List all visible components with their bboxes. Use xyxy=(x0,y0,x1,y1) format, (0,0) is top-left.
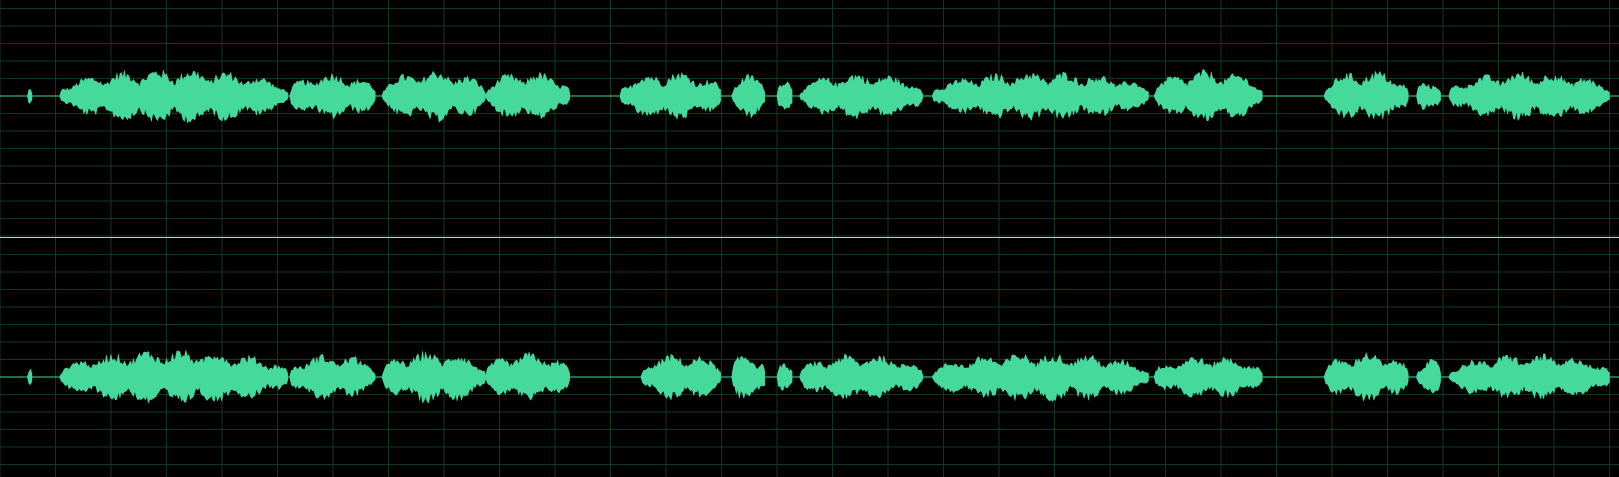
channel-left[interactable] xyxy=(0,0,1619,237)
waveform-segment xyxy=(731,74,766,119)
waveform-segment xyxy=(932,71,1149,122)
waveform-segment xyxy=(27,368,33,385)
waveform-segment xyxy=(640,353,721,401)
waveform-right[interactable] xyxy=(0,238,1619,477)
waveform-segment xyxy=(799,353,924,400)
waveform-segment xyxy=(381,351,486,404)
waveform-segment xyxy=(59,69,289,124)
channel-right[interactable] xyxy=(0,238,1619,477)
waveform-segment xyxy=(619,71,721,120)
waveform-editor[interactable] xyxy=(0,0,1619,477)
waveform-segment xyxy=(485,350,570,401)
waveform-segment xyxy=(1324,351,1409,402)
waveform-segment xyxy=(1448,70,1610,122)
waveform-segment xyxy=(59,350,289,404)
waveform-segment xyxy=(289,72,376,120)
waveform-segment xyxy=(731,356,766,400)
waveform-left[interactable] xyxy=(0,0,1619,237)
waveform-segment xyxy=(776,81,793,110)
waveform-segment xyxy=(776,363,793,391)
waveform-segment xyxy=(1416,358,1441,394)
waveform-segment xyxy=(1416,82,1441,110)
waveform-segment xyxy=(1154,356,1263,398)
waveform-segment xyxy=(289,353,376,401)
waveform-segment xyxy=(381,70,486,123)
waveform-segment xyxy=(1154,68,1263,122)
waveform-segment xyxy=(799,74,924,120)
waveform-segment xyxy=(1324,70,1409,120)
waveform-segment xyxy=(932,353,1149,403)
waveform-segment xyxy=(485,71,570,120)
waveform-segment xyxy=(27,89,33,105)
waveform-segment xyxy=(1448,353,1610,400)
